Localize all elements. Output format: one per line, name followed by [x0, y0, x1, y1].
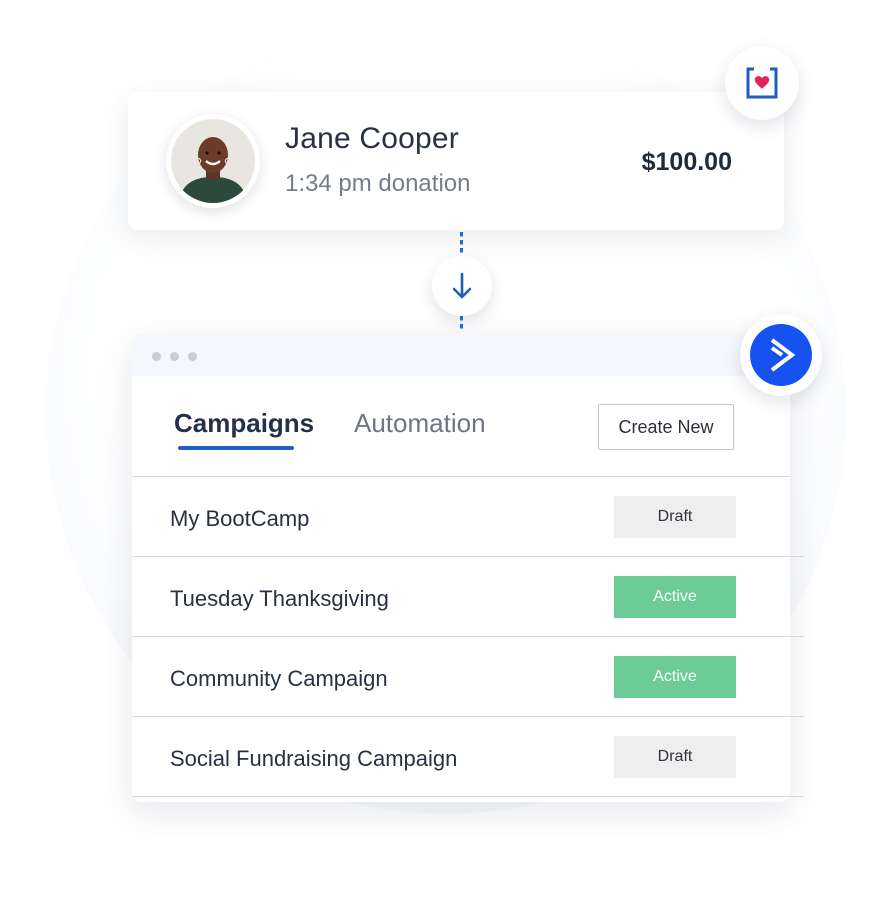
- campaign-name: Community Campaign: [170, 666, 388, 691]
- flow-connector-bottom: [460, 316, 463, 330]
- campaign-list: My BootCamp Draft Tuesday Thanksgiving A…: [132, 477, 804, 797]
- status-badge: Draft: [614, 736, 736, 778]
- tab-automation[interactable]: Automation: [354, 408, 486, 439]
- window-dot-icon: [170, 352, 179, 361]
- tab-campaigns[interactable]: Campaigns: [174, 408, 314, 439]
- campaign-name: Social Fundraising Campaign: [170, 746, 458, 771]
- automation-app-badge: [740, 314, 822, 396]
- status-badge: Active: [614, 656, 736, 698]
- heart-box-icon: [746, 67, 778, 99]
- donation-time: 1:34 pm donation: [285, 170, 471, 197]
- avatar-portrait-icon: [171, 119, 255, 203]
- campaign-name: My BootCamp: [170, 506, 310, 531]
- window-dot-icon: [188, 352, 197, 361]
- integration-illustration: Jane Cooper 1:34 pm donation $100.00 Cam…: [0, 0, 896, 924]
- donation-source-badge: [725, 46, 799, 120]
- status-badge: Active: [614, 576, 736, 618]
- campaign-row[interactable]: Social Fundraising Campaign Draft: [132, 717, 804, 797]
- donor-avatar: [166, 114, 260, 208]
- campaign-row[interactable]: My BootCamp Draft: [132, 477, 804, 557]
- campaign-row[interactable]: Tuesday Thanksgiving Active: [132, 557, 804, 637]
- status-badge: Draft: [614, 496, 736, 538]
- campaigns-window: Campaigns Automation Create New My BootC…: [132, 334, 804, 802]
- active-tab-indicator: [178, 446, 294, 450]
- campaign-row[interactable]: Community Campaign Active: [132, 637, 804, 717]
- arrow-down-icon: [452, 272, 472, 299]
- chevron-right-logo-icon: [750, 324, 812, 386]
- flow-connector-top: [460, 232, 463, 258]
- donation-amount: $100.00: [641, 148, 732, 176]
- window-titlebar: [132, 334, 790, 376]
- donor-name: Jane Cooper: [285, 122, 459, 155]
- flow-arrow: [432, 256, 492, 316]
- campaign-name: Tuesday Thanksgiving: [170, 586, 389, 611]
- create-new-button[interactable]: Create New: [598, 404, 734, 450]
- window-dot-icon: [152, 352, 161, 361]
- donation-card: Jane Cooper 1:34 pm donation $100.00: [128, 92, 784, 230]
